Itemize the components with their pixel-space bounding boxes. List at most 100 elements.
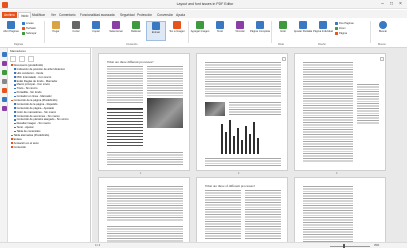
comments-icon[interactable] <box>1 88 7 93</box>
collapse-all-icon[interactable] <box>18 56 25 62</box>
cut-button[interactable]: Cortar <box>66 21 86 41</box>
page-1[interactable]: What are three different processes? <box>98 53 190 171</box>
signatures-icon[interactable] <box>1 106 7 111</box>
layers-icon[interactable] <box>1 79 7 84</box>
page-option[interactable]: Página <box>335 32 347 36</box>
text-block <box>107 186 183 222</box>
add-image-icon <box>196 21 204 29</box>
attachments-icon[interactable] <box>1 70 7 75</box>
page-photo <box>147 98 183 128</box>
search-button[interactable]: Buscar <box>373 21 393 41</box>
bookmark-icon <box>14 107 16 109</box>
page-2[interactable] <box>196 53 288 171</box>
tab-modify[interactable]: Modificar <box>30 12 47 18</box>
close-button[interactable]: × <box>396 1 405 7</box>
group-label-layout: Diseño <box>318 43 326 46</box>
bookmark-icon[interactable] <box>1 52 7 57</box>
expand-all-icon[interactable] <box>10 56 16 62</box>
rotate-button[interactable]: Girar <box>273 21 293 41</box>
ribbon-separator <box>188 21 189 43</box>
lines-tool[interactable]: Lineas <box>22 22 34 26</box>
zoom-option[interactable]: Zoom <box>335 27 346 31</box>
link-button[interactable]: Vincular <box>230 21 250 41</box>
copy-button[interactable]: Copiar <box>86 21 106 41</box>
zoom-slider-handle[interactable] <box>343 244 346 248</box>
pages-icon <box>7 21 15 29</box>
tab-file[interactable]: Archivo <box>2 11 17 18</box>
bookmark-icon <box>14 118 16 121</box>
bookmark-icon <box>14 80 16 82</box>
strikethrough-icon <box>22 27 25 30</box>
select-button[interactable]: Seleccionar <box>106 21 126 41</box>
add-image-button[interactable]: Agregar Imagen <box>190 21 210 41</box>
bar <box>249 134 251 154</box>
paste-button[interactable]: Pegar <box>46 21 66 41</box>
bar <box>253 122 255 154</box>
single-page-button[interactable]: Página Individual <box>313 21 333 41</box>
zoom-level: 35% <box>374 244 380 247</box>
page-6[interactable] <box>294 177 386 242</box>
add-bookmark-icon[interactable] <box>27 56 34 62</box>
full-page-button[interactable]: Página Completa <box>250 21 270 41</box>
page-number: 2 <box>238 172 240 175</box>
text-to-image-button[interactable]: Tex a Imagen <box>167 21 187 41</box>
tab-conversion[interactable]: Conversión <box>155 12 175 18</box>
bookmark-icon <box>14 95 16 98</box>
two-pages-icon <box>335 22 338 25</box>
text-block <box>303 62 353 162</box>
bookmark-item[interactable]: Contenido <box>10 146 90 150</box>
bookmark-icon <box>14 126 16 129</box>
strikethrough-tool[interactable]: Tachado <box>22 27 36 31</box>
page-photo <box>205 102 225 116</box>
status-bar: 4 / 4 35% <box>0 242 407 248</box>
bookmark-icon <box>14 103 16 105</box>
edit-icon[interactable] <box>380 57 384 61</box>
bookmark-icon <box>14 91 16 94</box>
group-label-rotate: Rotar <box>278 43 285 46</box>
text-block <box>229 102 281 116</box>
bookmark-icon <box>14 83 16 86</box>
page-indicator: 4 / 4 <box>95 244 101 247</box>
tab-help[interactable]: Ayuda <box>174 12 187 18</box>
extract-icon <box>152 22 160 30</box>
edit-icon[interactable] <box>282 57 286 61</box>
extract-button[interactable]: Extraer <box>146 21 166 41</box>
maximize-button[interactable]: □ <box>387 1 396 7</box>
text-block <box>357 84 379 124</box>
tab-advanced[interactable]: Funcionalidad avanzada <box>78 12 117 18</box>
cursor-icon <box>112 21 120 29</box>
search-icon <box>379 21 387 29</box>
paste-icon <box>52 21 60 29</box>
single-page-icon <box>319 21 327 29</box>
search-panel-icon[interactable] <box>1 97 7 102</box>
data-table <box>107 108 143 148</box>
fit-screen-button[interactable]: Ajustar Pantalla <box>293 21 313 41</box>
tab-protection[interactable]: Protección <box>135 12 154 18</box>
text-button[interactable]: Texto <box>210 21 230 41</box>
full-page-icon <box>256 21 264 29</box>
page-3[interactable] <box>294 53 386 171</box>
bookmark-icon <box>14 111 16 113</box>
bookmark-icon <box>11 138 13 140</box>
document-viewport[interactable]: What are three different processes? 1 2 … <box>92 48 407 242</box>
bookmark-icon <box>14 87 16 90</box>
text-block <box>147 66 183 96</box>
open-pages-button[interactable]: Abrir Páginas <box>1 21 21 41</box>
two-pages-option[interactable]: Dos Páginas <box>335 22 354 26</box>
minimize-button[interactable]: – <box>378 1 387 7</box>
bookmark-icon <box>11 142 13 144</box>
underline-tool[interactable]: Subrayar <box>22 32 37 36</box>
fill-button[interactable]: Rellenar <box>126 21 146 41</box>
page-4[interactable] <box>98 177 190 242</box>
thumbnails-icon[interactable] <box>1 61 7 66</box>
page-5[interactable]: What are three of different processes? <box>196 177 288 242</box>
text-block <box>205 158 281 166</box>
bar <box>245 126 247 154</box>
tab-security[interactable]: Seguridad <box>118 12 137 18</box>
ribbon-separator <box>370 21 371 43</box>
rotate-icon <box>279 21 287 29</box>
tab-comment[interactable]: Comentario <box>57 12 77 18</box>
app-logo-icon <box>2 1 8 8</box>
window-title: Layout and font issues in PDF Editor <box>176 2 234 6</box>
zoom-slider[interactable] <box>330 244 370 248</box>
